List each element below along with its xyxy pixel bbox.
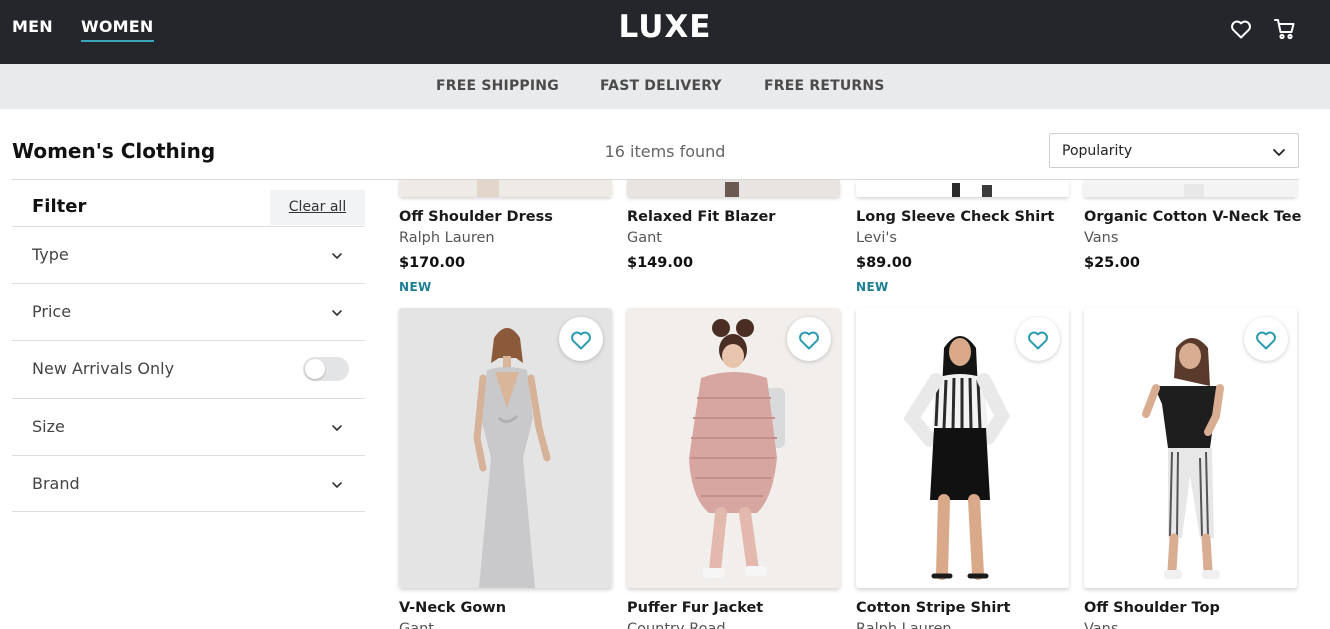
product-image[interactable] [399, 308, 612, 588]
clear-all-button[interactable]: Clear all [270, 190, 365, 225]
product-brand: Gant [399, 621, 434, 629]
filter-label: Type [32, 245, 69, 264]
product-name[interactable]: Off Shoulder Dress [399, 209, 553, 225]
chevron-down-icon [332, 482, 342, 488]
product-brand: Vans [1084, 621, 1119, 629]
product-brand: Levi's [856, 230, 897, 246]
product-image[interactable] [627, 180, 840, 197]
sort-selected-value: Popularity [1062, 143, 1133, 159]
heart-outline-icon [571, 331, 591, 350]
filter-brand[interactable]: Brand [12, 455, 365, 512]
product-price: $89.00 [856, 255, 912, 271]
product-image[interactable] [399, 180, 612, 197]
heart-outline-icon[interactable] [1229, 17, 1253, 41]
product-name[interactable]: V-Neck Gown [399, 600, 506, 616]
perk-free-returns: FREE RETURNS [764, 78, 885, 94]
product-brand: Ralph Lauren [856, 621, 952, 629]
wishlist-button[interactable] [1016, 317, 1060, 361]
filter-label: Price [32, 302, 72, 321]
chevron-down-icon [332, 310, 342, 316]
product-image[interactable] [1084, 180, 1297, 197]
product-price: $25.00 [1084, 255, 1140, 271]
perks-banner: FREE SHIPPING FAST DELIVERY FREE RETURNS [0, 64, 1330, 109]
perk-free-shipping: FREE SHIPPING [436, 78, 559, 94]
shopping-cart-icon[interactable] [1273, 17, 1297, 41]
heart-outline-icon [799, 331, 819, 350]
product-image[interactable] [856, 180, 1069, 197]
product-image[interactable] [1084, 308, 1297, 588]
wishlist-button[interactable] [559, 317, 603, 361]
product-brand: Vans [1084, 230, 1119, 246]
product-name[interactable]: Organic Cotton V-Neck Tee [1084, 209, 1301, 225]
product-brand: Gant [627, 230, 662, 246]
filter-label: Brand [32, 474, 80, 493]
product-brand: Ralph Lauren [399, 230, 495, 246]
toggle-knob [305, 359, 325, 379]
heart-outline-icon [1256, 331, 1276, 350]
new-badge: NEW [399, 280, 432, 294]
wishlist-button[interactable] [787, 317, 831, 361]
product-name[interactable]: Long Sleeve Check Shirt [856, 209, 1054, 225]
product-price: $170.00 [399, 255, 466, 271]
new-arrivals-toggle[interactable] [303, 357, 349, 381]
product-name[interactable]: Cotton Stripe Shirt [856, 600, 1010, 616]
filter-size[interactable]: Size [12, 398, 365, 455]
wishlist-button[interactable] [1244, 317, 1288, 361]
new-badge: NEW [856, 280, 889, 294]
filter-title: Filter [32, 196, 87, 217]
filter-price[interactable]: Price [12, 283, 365, 340]
filter-label: Size [32, 417, 65, 436]
product-price: $149.00 [627, 255, 694, 271]
chevron-down-icon [332, 253, 342, 259]
product-name[interactable]: Relaxed Fit Blazer [627, 209, 775, 225]
chevron-down-icon [1273, 149, 1285, 156]
heart-outline-icon [1028, 331, 1048, 350]
product-name[interactable]: Off Shoulder Top [1084, 600, 1220, 616]
brand-logo[interactable]: LUXE [0, 9, 1330, 45]
filter-label: New Arrivals Only [32, 359, 175, 378]
sort-dropdown[interactable]: Popularity [1049, 133, 1299, 168]
top-navigation-bar: MEN WOMEN LUXE [0, 0, 1330, 64]
chevron-down-icon [332, 425, 342, 431]
product-image[interactable] [627, 308, 840, 588]
product-name[interactable]: Puffer Fur Jacket [627, 600, 763, 616]
filter-type[interactable]: Type [12, 226, 365, 283]
product-brand: Country Road [627, 621, 726, 629]
product-image[interactable] [856, 308, 1069, 588]
filter-new-arrivals: New Arrivals Only [12, 340, 365, 397]
perk-fast-delivery: FAST DELIVERY [600, 78, 722, 94]
